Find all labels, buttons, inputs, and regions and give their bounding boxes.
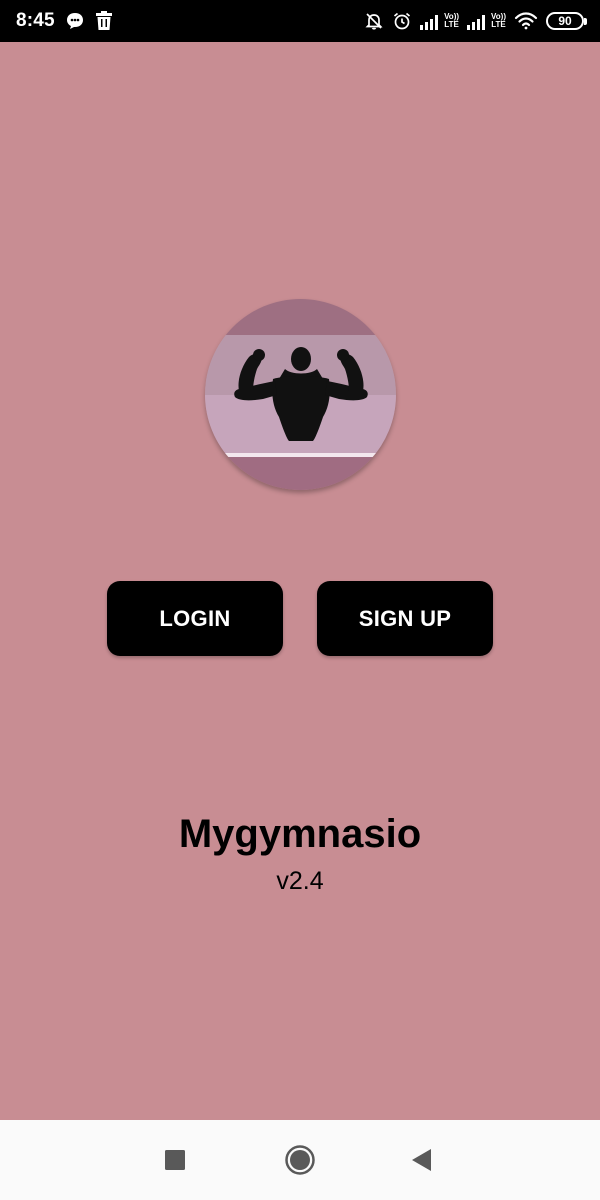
battery-indicator: 90 (546, 12, 587, 30)
sim2-group: Vo)) LTE (467, 12, 506, 30)
wifi-icon (514, 12, 538, 30)
square-icon (165, 1150, 185, 1170)
alarm-icon (392, 11, 412, 31)
signal-icon (467, 12, 489, 30)
signup-button[interactable]: SIGN UP (317, 581, 493, 656)
sim1-group: Vo)) LTE (420, 12, 459, 30)
triangle-back-icon (412, 1149, 431, 1171)
status-left-group: 8:45 (16, 0, 113, 42)
app-title: Mygymnasio (178, 812, 422, 856)
sim1-lte-text: LTE (444, 20, 459, 29)
logo-stripe-top (205, 299, 396, 335)
status-time: 8:45 (16, 10, 55, 31)
app-screen: 8:45 Vo)) LTE Vo)) LTE 90 LOGIN SIGN UP … (0, 0, 600, 1200)
recents-button[interactable] (155, 1140, 195, 1180)
sim1-lte-label: Vo)) LTE (444, 13, 459, 29)
chat-bubble-icon (65, 11, 85, 31)
signal-icon (420, 12, 442, 30)
back-button[interactable] (402, 1140, 442, 1180)
trash-icon (95, 11, 113, 31)
login-button[interactable]: LOGIN (107, 581, 283, 656)
bodybuilder-flex-icon (234, 347, 368, 441)
logo-stripe-bottom (205, 457, 396, 490)
mute-bell-icon (364, 11, 384, 31)
home-button[interactable] (280, 1140, 320, 1180)
circle-icon (285, 1145, 315, 1175)
app-logo (205, 299, 396, 490)
status-bar: 8:45 Vo)) LTE Vo)) LTE 90 (0, 0, 600, 42)
sim2-lte-label: Vo)) LTE (491, 13, 506, 29)
sim2-lte-text: LTE (491, 20, 506, 29)
system-nav-bar (0, 1120, 600, 1200)
app-version: v2.4 (276, 867, 324, 895)
status-right-group: Vo)) LTE Vo)) LTE 90 (364, 0, 587, 42)
